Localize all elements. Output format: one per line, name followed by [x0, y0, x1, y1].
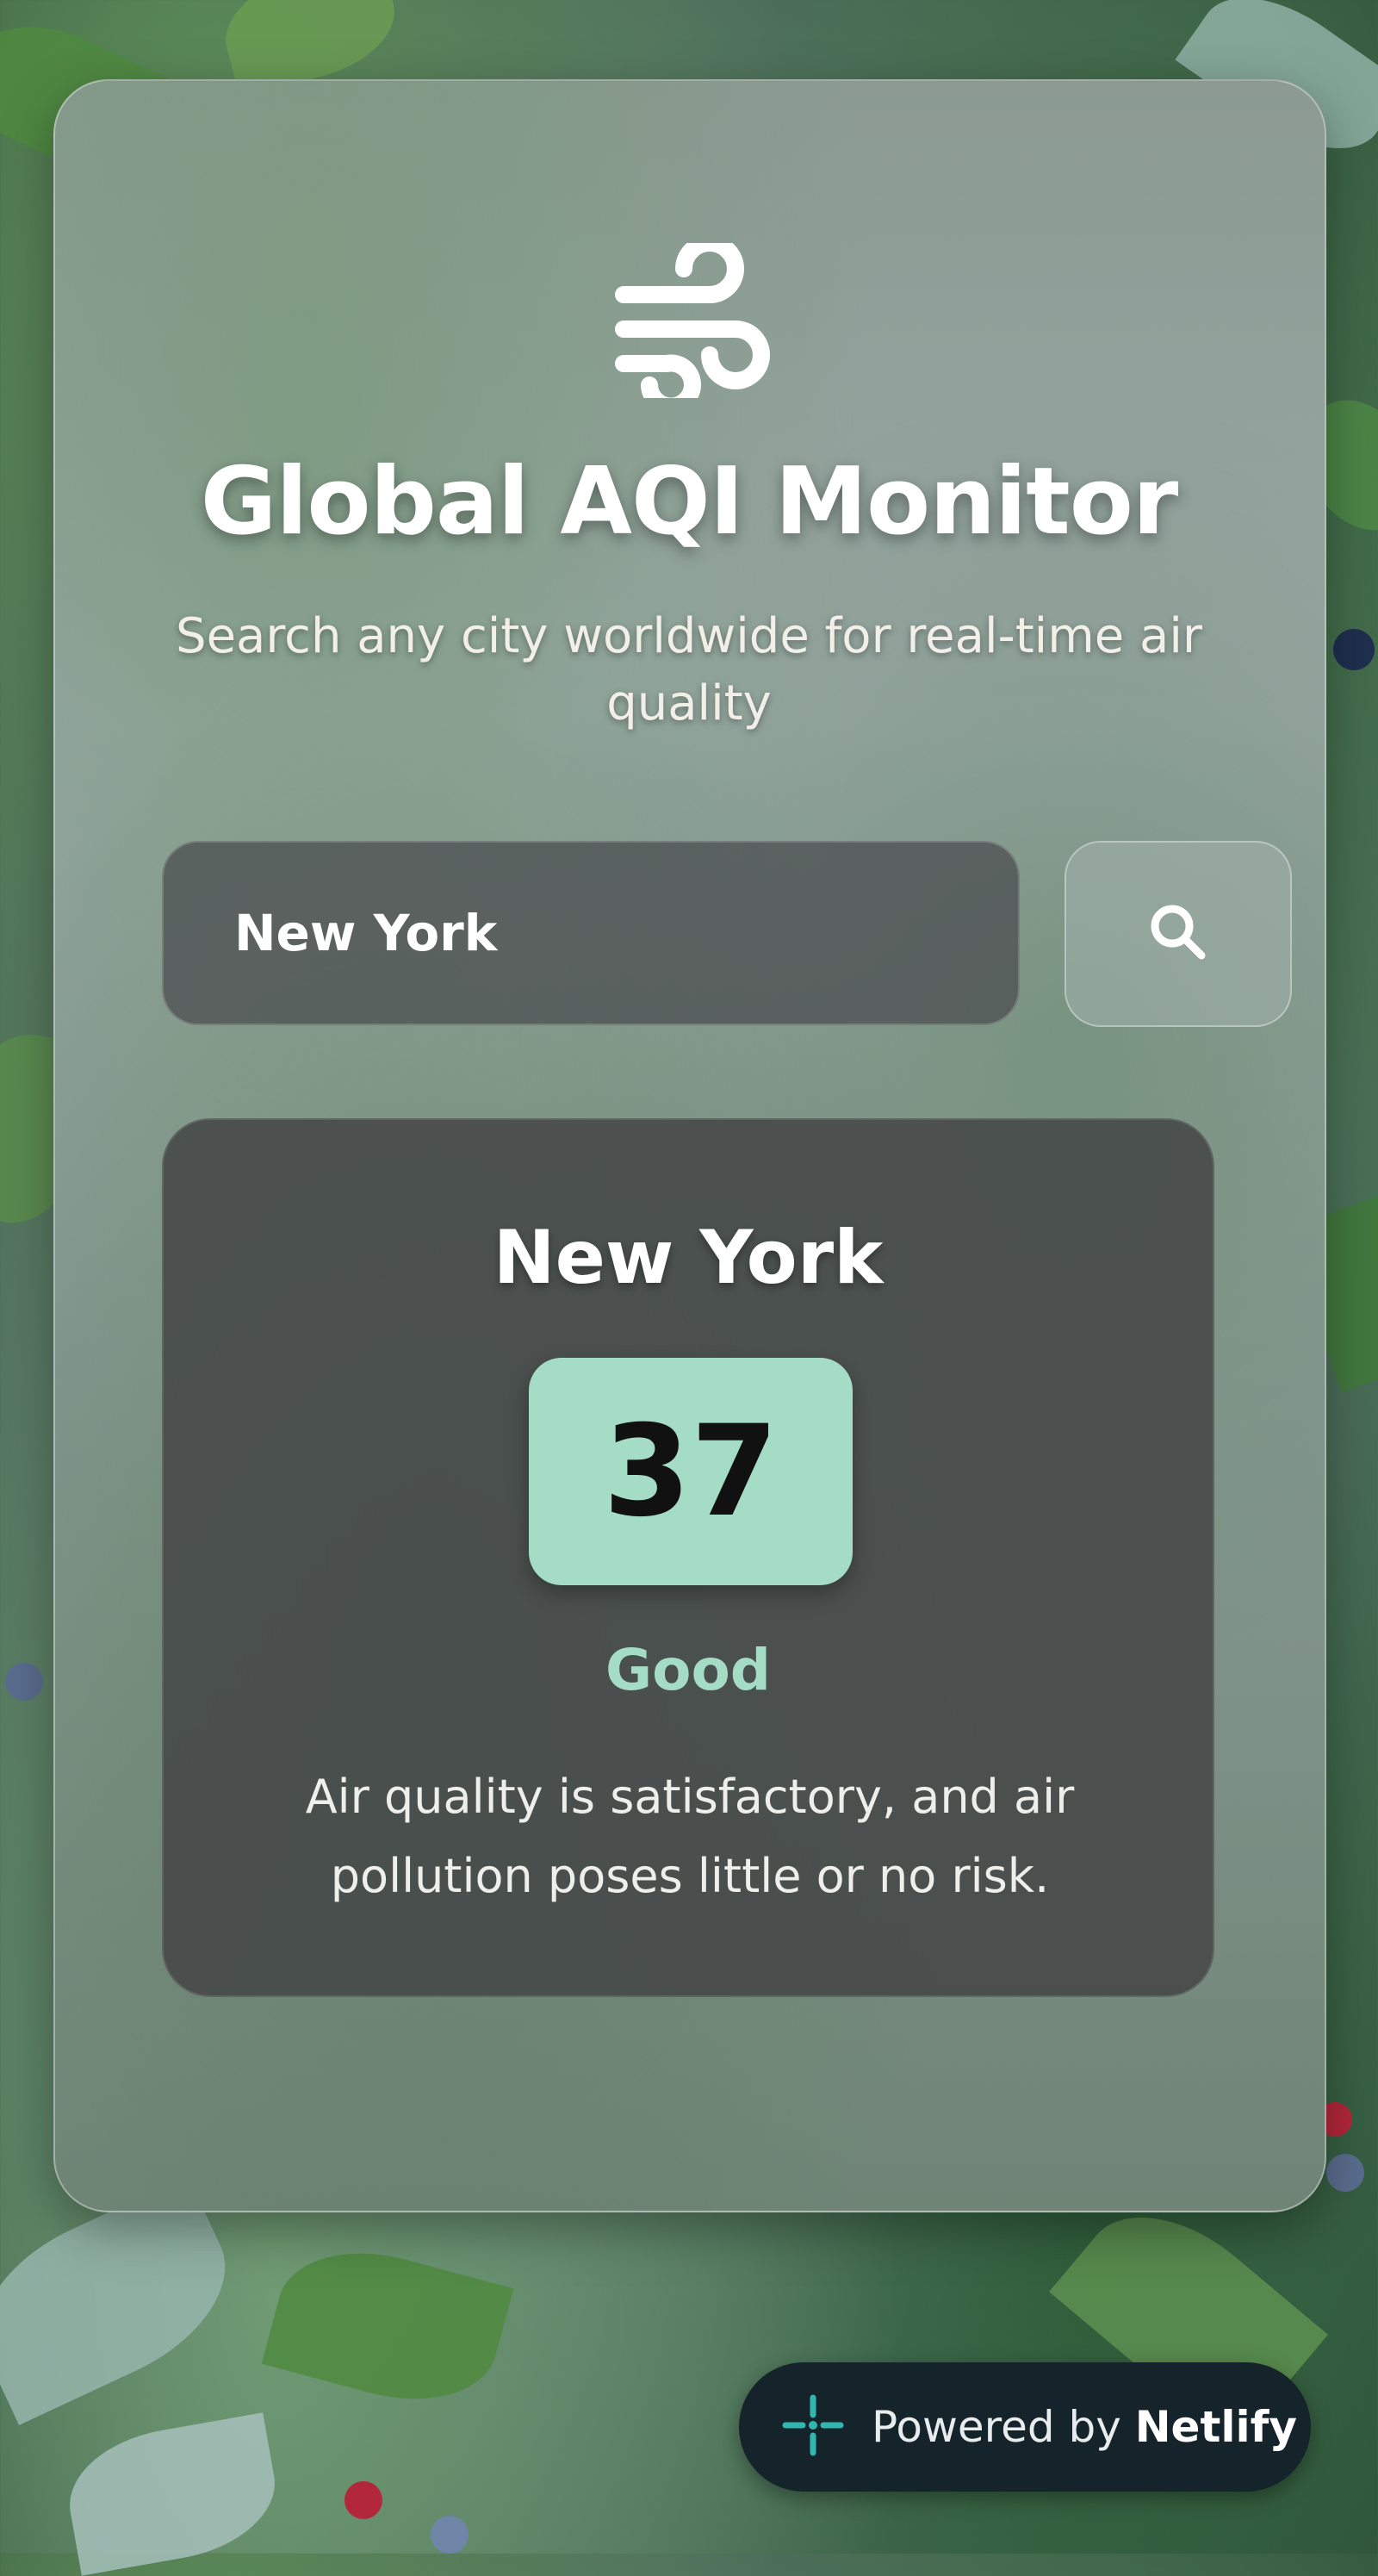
page-title: Global AQI Monitor — [200, 448, 1179, 556]
powered-by-netlify-badge[interactable]: Powered by Netlify — [739, 2362, 1311, 2492]
search-icon — [1146, 900, 1210, 968]
aqi-value-badge: 37 — [529, 1358, 853, 1585]
aqi-value: 37 — [603, 1398, 779, 1545]
aqi-description: Air quality is satisfactory, and air pol… — [305, 1770, 1075, 1903]
result-city-name: New York — [493, 1215, 884, 1301]
aqi-level-label: Good — [605, 1637, 772, 1703]
powered-by-prefix: Powered by — [872, 2402, 1121, 2452]
powered-by-text: Powered by Netlify — [872, 2402, 1297, 2452]
search-input[interactable] — [162, 841, 1020, 1025]
wind-icon — [606, 234, 770, 415]
search-button[interactable] — [1065, 841, 1292, 1027]
netlify-brand-label: Netlify — [1134, 2402, 1297, 2452]
aqi-result-card: New York 37 Good Air quality is satisfac… — [162, 1118, 1214, 1997]
netlify-icon — [780, 2392, 846, 2461]
page-subtitle: Search any city worldwide for real-time … — [176, 608, 1202, 731]
